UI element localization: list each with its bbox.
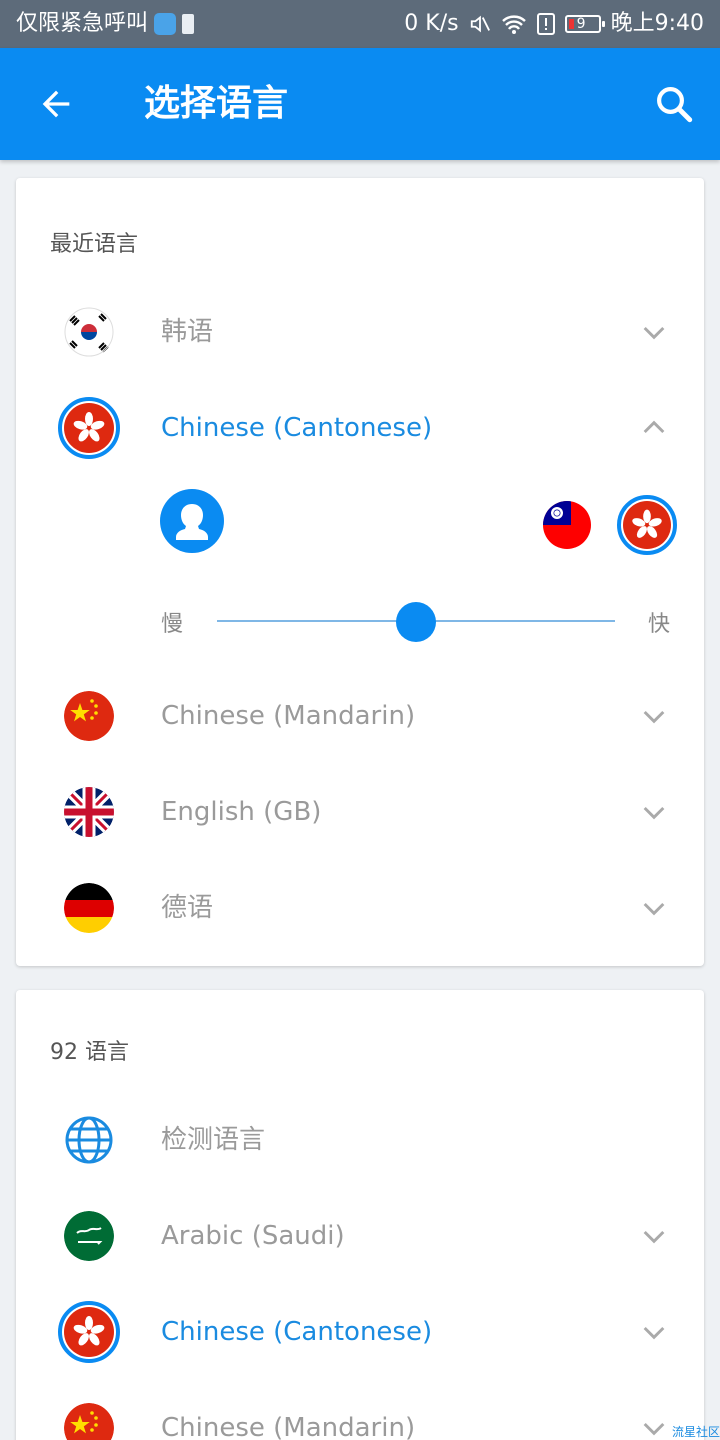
language-label: Chinese (Mandarin): [161, 701, 416, 731]
chevron-down-icon[interactable]: [638, 1316, 670, 1348]
language-row-detect[interactable]: 检测语言: [16, 1100, 704, 1180]
language-row-korean[interactable]: 韩语: [16, 292, 704, 372]
language-label: English (GB): [161, 797, 322, 827]
network-speed: 0 K/s: [404, 11, 459, 36]
language-row-german[interactable]: 德语: [16, 868, 704, 948]
chevron-down-icon[interactable]: [638, 700, 670, 732]
hongkong-flag-icon: [58, 397, 120, 459]
language-row-cantonese[interactable]: Chinese (Cantonese): [16, 388, 704, 468]
language-label: 检测语言: [161, 1125, 266, 1155]
language-label: Chinese (Cantonese): [161, 413, 433, 443]
language-label: Chinese (Cantonese): [161, 1317, 433, 1347]
sim-icon: [182, 14, 195, 34]
all-languages-header: 92 语言: [50, 1040, 129, 1065]
language-label: Chinese (Mandarin): [161, 1413, 416, 1440]
language-row-arabic[interactable]: Arabic (Saudi): [16, 1196, 704, 1276]
language-row-mandarin[interactable]: Chinese (Mandarin): [16, 676, 704, 756]
globe-icon: [64, 1115, 114, 1165]
chevron-down-icon[interactable]: [638, 796, 670, 828]
taiwan-flag-icon[interactable]: [543, 501, 591, 549]
watermark: 流星社区: [671, 1425, 720, 1439]
arrow-left-icon: [42, 90, 70, 118]
search-button[interactable]: [646, 76, 702, 132]
search-icon: [657, 87, 693, 123]
chevron-down-icon[interactable]: [638, 1412, 670, 1440]
app-notification-icon: [154, 13, 177, 35]
alert-icon: [536, 13, 555, 35]
hongkong-voice-flag-icon[interactable]: [617, 495, 677, 555]
recent-languages-card: 最近语言 韩语 Chinese (Cantonese) 慢 快 Chinese …: [16, 178, 704, 966]
female-voice-icon: [176, 504, 208, 540]
speed-slider-knob[interactable]: [396, 602, 436, 642]
china-flag-icon: [64, 691, 114, 741]
language-label: 韩语: [161, 317, 214, 347]
chevron-up-icon[interactable]: [638, 412, 670, 444]
language-row-cantonese-all[interactable]: Chinese (Cantonese): [16, 1292, 704, 1372]
speed-fast-label: 快: [647, 612, 670, 637]
saudi-flag-icon: [64, 1211, 114, 1261]
chevron-down-icon[interactable]: [638, 892, 670, 924]
carrier-text: 仅限紧急呼叫: [16, 11, 149, 36]
voice-gender-button[interactable]: [160, 489, 224, 553]
wifi-icon: [501, 15, 526, 34]
language-label: Arabic (Saudi): [161, 1221, 345, 1251]
battery-level: 9: [576, 16, 586, 32]
hongkong-flag-icon: [58, 1301, 120, 1363]
battery-icon: 9: [564, 15, 605, 33]
language-label: 德语: [161, 893, 214, 923]
china-flag-icon: [64, 1403, 114, 1440]
app-bar: 选择语言: [0, 48, 720, 160]
page-title: 选择语言: [144, 83, 289, 124]
speed-slow-label: 慢: [161, 612, 184, 637]
language-row-mandarin-all[interactable]: Chinese (Mandarin): [16, 1388, 704, 1440]
germany-flag-icon: [64, 883, 114, 933]
status-bar: 仅限紧急呼叫 0 K/s 9 晚上9:40: [0, 0, 720, 48]
language-row-english-gb[interactable]: English (GB): [16, 772, 704, 852]
recent-header: 最近语言: [50, 232, 139, 257]
uk-flag-icon: [64, 787, 114, 837]
korea-flag-icon: [64, 307, 114, 357]
mute-icon: [470, 15, 490, 33]
clock: 晚上9:40: [610, 11, 704, 36]
chevron-down-icon[interactable]: [638, 316, 670, 348]
all-languages-card: 92 语言 检测语言 Arabic (Saudi) Chinese (Canto…: [16, 990, 704, 1440]
chevron-down-icon[interactable]: [638, 1220, 670, 1252]
back-button[interactable]: [28, 76, 84, 132]
